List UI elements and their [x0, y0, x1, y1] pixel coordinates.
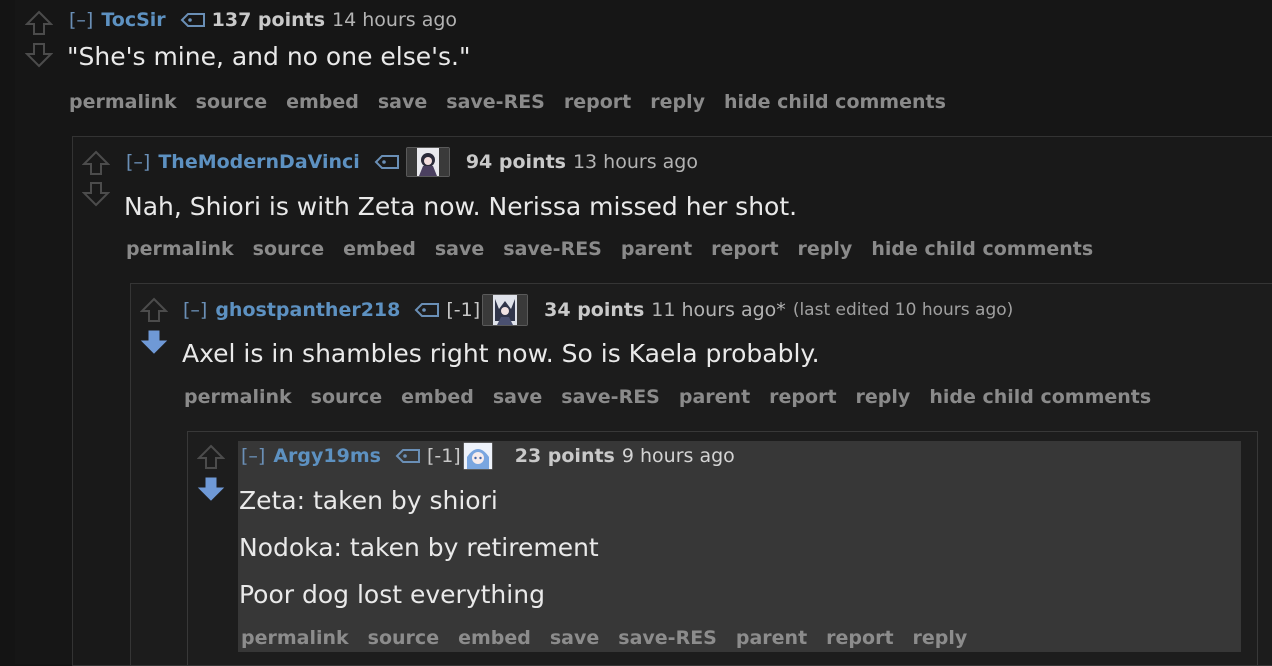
- collapse-toggle[interactable]: [–]: [69, 9, 93, 31]
- report-button[interactable]: report: [564, 91, 631, 113]
- comment-tagline: [–] Argy19ms [-1] 23 points 9 hours ago: [241, 442, 735, 470]
- save-res-button[interactable]: save-RES: [446, 91, 545, 113]
- permalink-button[interactable]: permalink: [241, 627, 349, 649]
- timestamp: 14 hours ago: [332, 9, 458, 31]
- score: 94 points: [465, 151, 566, 173]
- collapse-toggle[interactable]: [–]: [183, 299, 207, 321]
- user-tag-icon[interactable]: [374, 154, 400, 170]
- timestamp: 9 hours ago: [621, 445, 735, 467]
- report-button[interactable]: report: [711, 238, 778, 260]
- timestamp: 11 hours ago*: [651, 299, 786, 321]
- upvote-arrow-icon[interactable]: [140, 297, 168, 327]
- timestamp: 13 hours ago: [572, 151, 698, 173]
- collapse-toggle[interactable]: [–]: [241, 445, 265, 467]
- downvote-arrow-icon[interactable]: [140, 329, 168, 359]
- comment-buttons: permalink source embed save save-RES par…: [241, 627, 967, 649]
- user-tag-icon[interactable]: [414, 302, 440, 318]
- author-link[interactable]: ghostpanther218: [215, 299, 400, 321]
- comment-buttons: permalink source embed save save-RES rep…: [69, 91, 946, 113]
- parent-button[interactable]: parent: [736, 627, 807, 649]
- upvote-arrow-icon[interactable]: [197, 444, 225, 474]
- comment-buttons: permalink source embed save save-RES par…: [126, 238, 1093, 260]
- user-flair: [-1]: [426, 445, 461, 467]
- score: 23 points: [514, 445, 615, 467]
- author-link[interactable]: Argy19ms: [273, 445, 381, 467]
- source-button[interactable]: source: [311, 386, 382, 408]
- comment-body-line: Poor dog lost everything: [239, 580, 545, 609]
- embed-button[interactable]: embed: [458, 627, 531, 649]
- comment-body: "She's mine, and no one else's.": [67, 42, 471, 71]
- parent-button[interactable]: parent: [621, 238, 692, 260]
- comment-body-line: Zeta: taken by shiori: [239, 486, 498, 515]
- flair-avatar-icon: [405, 147, 450, 177]
- parent-button[interactable]: parent: [679, 386, 750, 408]
- user-tag-icon[interactable]: [395, 448, 421, 464]
- comment-body: Nah, Shiori is with Zeta now. Nerissa mi…: [124, 192, 798, 221]
- hide-child-comments-button[interactable]: hide child comments: [871, 238, 1093, 260]
- comment-buttons: permalink source embed save save-RES par…: [184, 386, 1151, 408]
- embed-button[interactable]: embed: [401, 386, 474, 408]
- permalink-button[interactable]: permalink: [126, 238, 234, 260]
- source-button[interactable]: source: [368, 627, 439, 649]
- comment-body-line: Nodoka: taken by retirement: [239, 533, 599, 562]
- comment-body: Axel is in shambles right now. So is Kae…: [182, 339, 820, 368]
- save-button[interactable]: save: [550, 627, 599, 649]
- hide-child-comments-button[interactable]: hide child comments: [929, 386, 1151, 408]
- save-res-button[interactable]: save-RES: [503, 238, 602, 260]
- save-button[interactable]: save: [435, 238, 484, 260]
- upvote-arrow-icon[interactable]: [25, 10, 53, 40]
- reply-button[interactable]: reply: [856, 386, 911, 408]
- downvote-arrow-icon[interactable]: [82, 181, 110, 211]
- permalink-button[interactable]: permalink: [69, 91, 177, 113]
- source-button[interactable]: source: [253, 238, 324, 260]
- comment-tagline: [–] TheModernDaVinci 94 points 13 hours …: [126, 147, 698, 177]
- embed-button[interactable]: embed: [286, 91, 359, 113]
- downvote-arrow-icon[interactable]: [25, 42, 53, 72]
- report-button[interactable]: report: [769, 386, 836, 408]
- save-button[interactable]: save: [493, 386, 542, 408]
- edited-note: (last edited 10 hours ago): [792, 300, 1014, 320]
- reply-button[interactable]: reply: [798, 238, 853, 260]
- comment-tagline: [–] TocSir 137 points 14 hours ago: [69, 7, 457, 33]
- user-tag-icon[interactable]: [180, 12, 206, 28]
- flair-avatar-icon: [462, 442, 493, 470]
- permalink-button[interactable]: permalink: [184, 386, 292, 408]
- reply-button[interactable]: reply: [650, 91, 705, 113]
- embed-button[interactable]: embed: [343, 238, 416, 260]
- upvote-arrow-icon[interactable]: [82, 150, 110, 180]
- reply-button[interactable]: reply: [913, 627, 968, 649]
- author-link[interactable]: TocSir: [101, 9, 165, 31]
- save-button[interactable]: save: [378, 91, 427, 113]
- hide-child-comments-button[interactable]: hide child comments: [724, 91, 946, 113]
- downvote-arrow-icon[interactable]: [197, 476, 225, 506]
- report-button[interactable]: report: [826, 627, 893, 649]
- score: 34 points: [544, 299, 645, 321]
- user-flair: [-1]: [446, 299, 481, 321]
- score: 137 points: [211, 9, 326, 31]
- source-button[interactable]: source: [196, 91, 267, 113]
- save-res-button[interactable]: save-RES: [618, 627, 717, 649]
- collapse-toggle[interactable]: [–]: [126, 151, 150, 173]
- comment-tagline: [–] ghostpanther218 [-1] 34 points 11 ho…: [183, 294, 1013, 326]
- flair-avatar-icon: [482, 294, 529, 326]
- save-res-button[interactable]: save-RES: [561, 386, 660, 408]
- author-link[interactable]: TheModernDaVinci: [158, 151, 360, 173]
